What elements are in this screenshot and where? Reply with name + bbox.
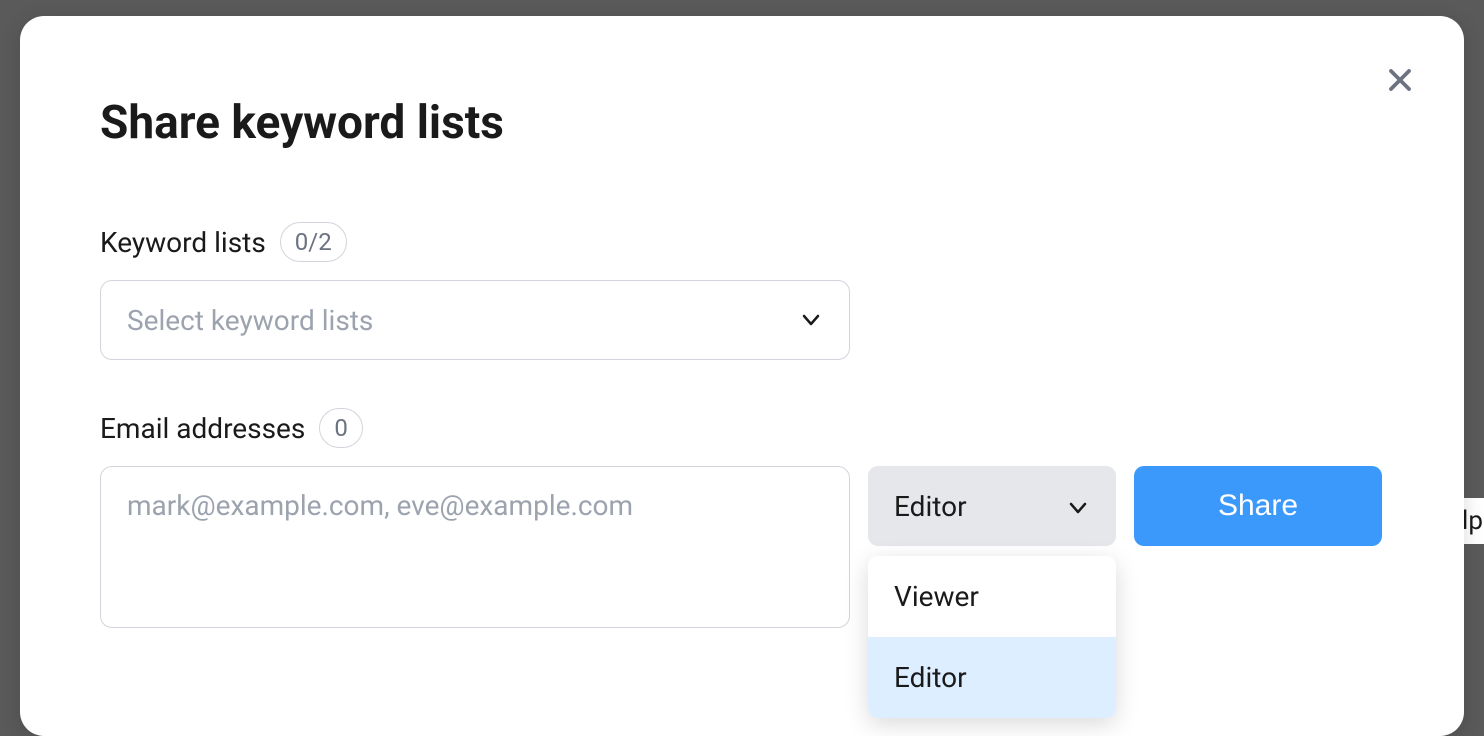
role-option-viewer[interactable]: Viewer	[868, 556, 1116, 637]
email-input-row: Editor Viewer Editor Share	[100, 466, 1384, 628]
close-icon	[1382, 62, 1418, 98]
role-dropdown-wrapper: Editor Viewer Editor	[868, 466, 1116, 546]
close-button[interactable]	[1380, 60, 1420, 100]
keyword-lists-label: Keyword lists	[100, 226, 266, 259]
share-button[interactable]: Share	[1134, 466, 1382, 546]
keyword-lists-placeholder: Select keyword lists	[127, 304, 373, 337]
role-dropdown-menu: Viewer Editor	[868, 556, 1116, 718]
email-field: Email addresses 0 Editor Viewer Editor S…	[100, 408, 1384, 628]
keyword-lists-label-row: Keyword lists 0/2	[100, 222, 1384, 262]
keyword-lists-count-badge: 0/2	[280, 222, 347, 262]
role-select[interactable]: Editor	[868, 466, 1116, 546]
keyword-lists-field: Keyword lists 0/2 Select keyword lists	[100, 222, 1384, 360]
email-label: Email addresses	[100, 412, 305, 445]
email-count-badge: 0	[319, 408, 363, 448]
email-label-row: Email addresses 0	[100, 408, 1384, 448]
chevron-down-icon	[799, 308, 823, 332]
chevron-down-icon	[1066, 494, 1090, 518]
modal-title: Share keyword lists	[100, 96, 1384, 150]
email-input[interactable]	[100, 466, 850, 628]
role-selected-label: Editor	[894, 490, 967, 523]
keyword-lists-select[interactable]: Select keyword lists	[100, 280, 850, 360]
role-option-editor[interactable]: Editor	[868, 637, 1116, 718]
share-modal: Share keyword lists Keyword lists 0/2 Se…	[20, 16, 1464, 736]
